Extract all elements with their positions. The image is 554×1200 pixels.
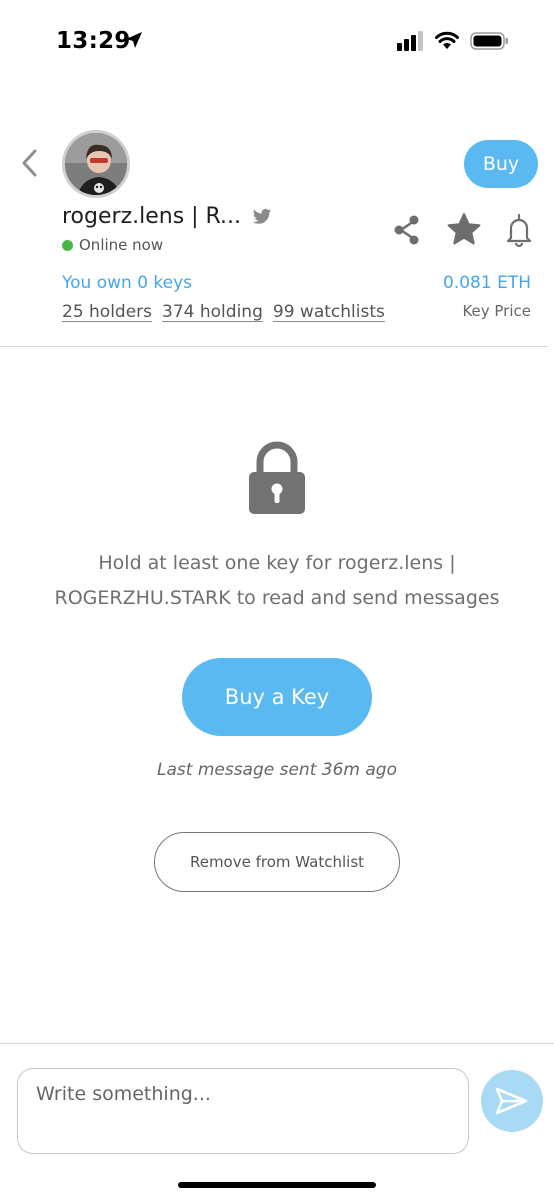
- home-indicator: [178, 1182, 376, 1188]
- watchlists-link[interactable]: 99 watchlists: [273, 302, 385, 322]
- star-icon[interactable]: [446, 212, 482, 246]
- wifi-icon: [435, 31, 459, 49]
- send-icon: [495, 1087, 528, 1115]
- key-price-value: 0.081 ETH: [443, 273, 531, 293]
- online-indicator: [62, 240, 73, 251]
- profile-name: rogerz.lens | R...: [62, 204, 242, 229]
- back-chevron-icon[interactable]: [16, 146, 42, 180]
- location-arrow-icon: [126, 32, 142, 48]
- bell-icon[interactable]: [504, 212, 534, 248]
- buy-a-key-button[interactable]: Buy a Key: [182, 658, 372, 736]
- twitter-icon[interactable]: [252, 208, 272, 226]
- status-time: 13:29: [56, 28, 131, 54]
- holding-link[interactable]: 374 holding: [162, 302, 263, 322]
- hold-key-message: Hold at least one key for rogerz.lens | …: [54, 552, 500, 609]
- lock-icon: [249, 441, 305, 514]
- buy-button[interactable]: Buy: [464, 140, 538, 188]
- battery-icon: [470, 32, 508, 50]
- cellular-signal-icon: [397, 31, 423, 51]
- share-icon[interactable]: [392, 214, 422, 246]
- remove-from-watchlist-button[interactable]: Remove from Watchlist: [154, 832, 400, 892]
- composer-divider: [0, 1043, 554, 1044]
- own-keys-count: You own 0 keys: [62, 273, 193, 293]
- key-price-label: Key Price: [462, 302, 531, 320]
- stats-row: 25 holders 374 holding 99 watchlists: [62, 302, 385, 322]
- last-message-time: Last message sent 36m ago: [157, 760, 397, 780]
- status-bar: 13:29: [0, 0, 554, 84]
- holders-link[interactable]: 25 holders: [62, 302, 152, 322]
- message-input[interactable]: [17, 1068, 469, 1154]
- header-divider: [0, 346, 548, 347]
- avatar[interactable]: [62, 130, 130, 198]
- online-status: Online now: [79, 236, 164, 254]
- send-button[interactable]: [481, 1070, 543, 1132]
- avatar-image: [65, 133, 127, 195]
